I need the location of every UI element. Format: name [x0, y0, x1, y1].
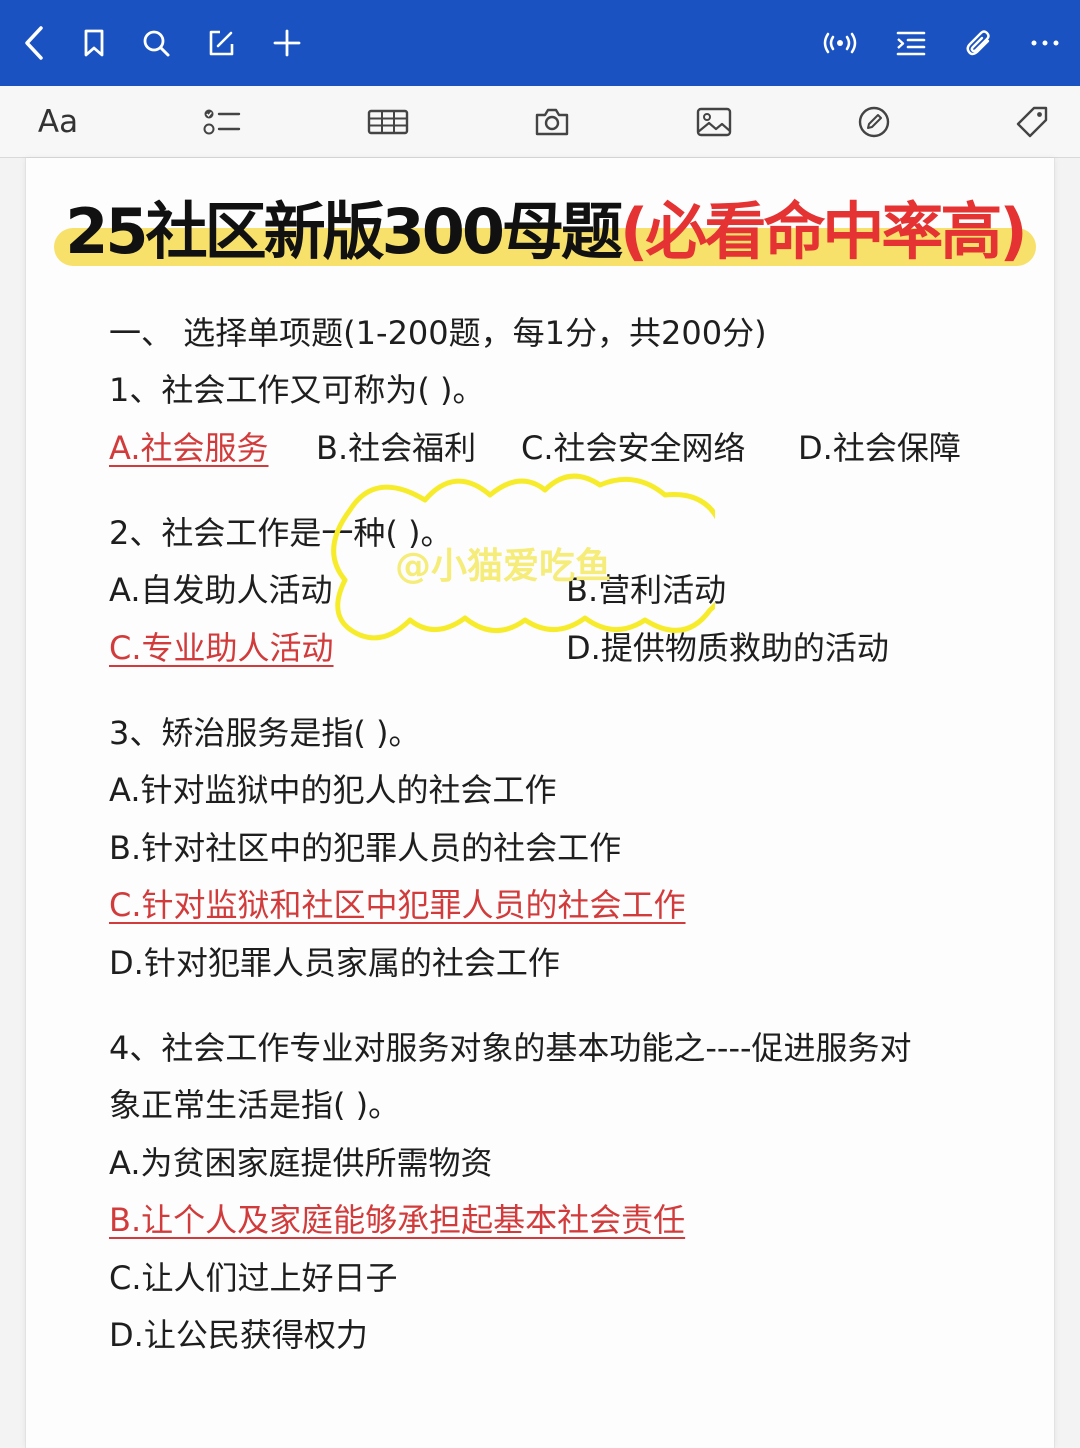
top-app-bar — [0, 0, 1080, 86]
option: B.针对社区中的犯罪人员的社会工作 — [109, 829, 622, 867]
option-answer: A.社会服务 — [109, 429, 269, 467]
option: C.让人们过上好日子 — [109, 1259, 398, 1297]
list-icon[interactable] — [198, 100, 246, 144]
format-toolbar: Aa — [0, 86, 1080, 158]
question-stem-continued: 象正常生活是指( )。 — [109, 1086, 401, 1124]
attachment-icon[interactable] — [958, 22, 1000, 64]
watermark-text: @小猫爱吃鱼 — [395, 546, 612, 587]
edit-icon[interactable] — [200, 22, 242, 64]
add-icon[interactable] — [266, 22, 308, 64]
option: C.社会安全网络 — [521, 429, 746, 467]
option-answer: B.让个人及家庭能够承担起基本社会责任 — [109, 1201, 686, 1239]
option-row: A.社会服务 B.社会福利 C.社会安全网络 D.社会保障 — [109, 423, 1009, 473]
more-icon[interactable] — [1024, 22, 1066, 64]
text-style-icon: Aa — [37, 104, 79, 140]
option-row: C.专业助人活动 D.提供物质救助的活动 — [109, 623, 1009, 673]
image-icon[interactable] — [690, 100, 738, 144]
option: D.社会保障 — [798, 429, 961, 467]
option: A.为贫困家庭提供所需物资 — [109, 1144, 493, 1182]
outline-icon[interactable] — [890, 22, 932, 64]
option-answer: C.针对监狱和社区中犯罪人员的社会工作 — [109, 886, 686, 924]
table-icon[interactable] — [364, 100, 412, 144]
note-page[interactable]: 25社区新版300母题(必看命中率高) 一、 选择单项题(1-200题，每1分，… — [25, 158, 1055, 1448]
section-header: 一、 选择单项题(1-200题，每1分，共200分) — [109, 314, 767, 352]
question-stem: 4、社会工作专业对服务对象的基本功能之----促进服务对 — [109, 1029, 912, 1067]
title-highlight-text: (必看命中率高) — [620, 195, 1028, 268]
option: A.针对监狱中的犯人的社会工作 — [109, 771, 557, 809]
camera-icon[interactable] — [528, 100, 576, 144]
option: B.社会福利 — [316, 429, 477, 467]
sketch-icon[interactable] — [850, 100, 898, 144]
note-title: 25社区新版300母题(必看命中率高) — [54, 192, 1036, 272]
back-icon[interactable] — [14, 22, 56, 64]
tag-icon[interactable] — [1008, 100, 1056, 144]
option: A.自发助人活动 — [109, 571, 333, 609]
option: D.针对犯罪人员家属的社会工作 — [109, 944, 560, 982]
question-stem: 1、社会工作又可称为( )。 — [109, 371, 485, 409]
option-answer: C.专业助人活动 — [109, 629, 334, 667]
title-main: 25社区新版300母题 — [65, 195, 623, 268]
question-stem: 3、矫治服务是指( )。 — [109, 714, 421, 752]
option: D.让公民获得权力 — [109, 1316, 368, 1354]
option: D.提供物质救助的活动 — [566, 629, 889, 667]
bookmark-icon[interactable] — [73, 22, 115, 64]
text-style-button[interactable]: Aa — [30, 100, 86, 144]
audio-icon[interactable] — [819, 22, 861, 64]
search-icon[interactable] — [135, 22, 177, 64]
